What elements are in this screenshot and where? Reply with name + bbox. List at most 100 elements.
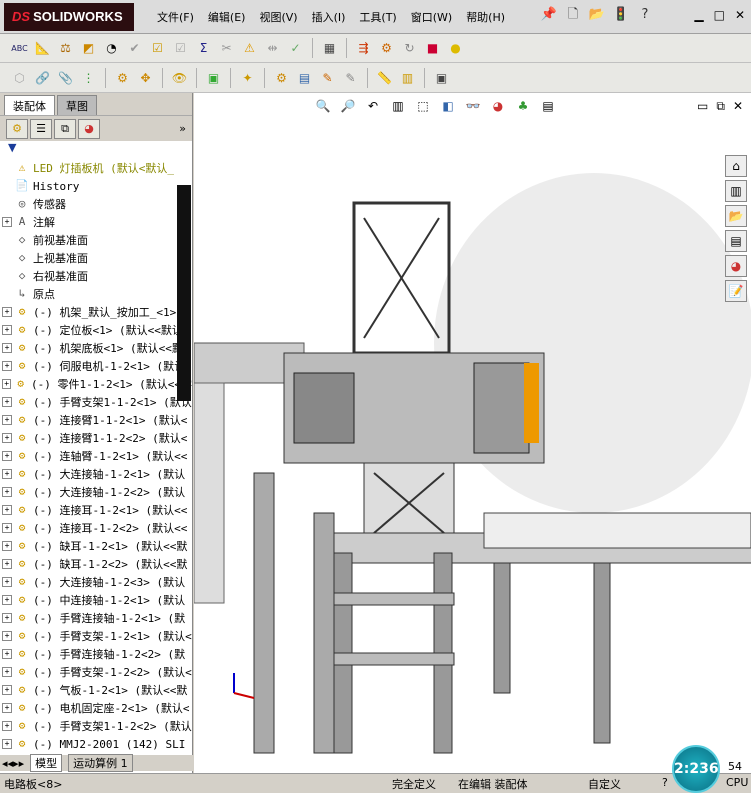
open-icon[interactable]: 📂: [588, 6, 606, 24]
expand-icon[interactable]: +: [2, 541, 12, 551]
interference-detect-icon[interactable]: ✎: [341, 68, 360, 87]
tree-item[interactable]: + ⚙ (-) 大连接轴-1-2<3> (默认: [2, 573, 192, 591]
expand-icon[interactable]: +: [2, 685, 12, 695]
linear-pattern-icon[interactable]: ⋮: [79, 68, 98, 87]
instant3d-icon[interactable]: ▣: [432, 68, 451, 87]
tree-item[interactable]: + ⚙ (-) 手臂连接轴-1-2<1> (默: [2, 609, 192, 627]
tree-item[interactable]: + ⚙ (-) 手臂支架1-1-2<1> (默认: [2, 393, 192, 411]
reference-geometry-icon[interactable]: ✦: [238, 68, 257, 87]
tree-item[interactable]: + ⚙ (-) 定位板<1> (默认<<默认: [2, 321, 192, 339]
expand-icon[interactable]: +: [2, 325, 12, 335]
tab-model[interactable]: 模型: [30, 754, 63, 772]
previous-view-icon[interactable]: ↶: [364, 97, 382, 115]
expand-icon[interactable]: +: [2, 433, 12, 443]
check-icon[interactable]: ✔: [125, 39, 144, 58]
tree-item[interactable]: + ⚙ (-) 连接耳-1-2<2> (默认<<: [2, 519, 192, 537]
ruler-icon[interactable]: 📏: [375, 68, 394, 87]
smart-fastener-icon[interactable]: ⚙: [113, 68, 132, 87]
hide-show-icon[interactable]: 👁: [170, 68, 189, 87]
hole-check-icon[interactable]: ✓: [286, 39, 305, 58]
tab-sketch[interactable]: 草图: [57, 95, 97, 115]
spelling-icon[interactable]: ABC: [10, 39, 29, 58]
expand-icon[interactable]: +: [2, 739, 12, 749]
expand-icon[interactable]: +: [2, 217, 12, 227]
minimize-icon[interactable]: ▁: [694, 8, 703, 22]
tree-item[interactable]: + ⚙ (-) 零件1-1-2<1> (默认<<零: [2, 375, 192, 393]
view-palette-icon[interactable]: ▤: [725, 230, 747, 252]
expand-icon[interactable]: +: [2, 343, 12, 353]
tree-item[interactable]: + ⚙ (-) 连轴臂-1-2<1> (默认<<: [2, 447, 192, 465]
tree-item[interactable]: + ⚙ (-) 电机固定座-2<1> (默认<: [2, 699, 192, 717]
expand-icon[interactable]: +: [2, 631, 12, 641]
explode-line-icon[interactable]: ✎: [318, 68, 337, 87]
tree-item[interactable]: + ⚙ (-) 缺耳-1-2<2> (默认<<默: [2, 555, 192, 573]
menu-item[interactable]: 帮助(H): [459, 9, 512, 27]
tree-item[interactable]: + ⚙ (-) 手臂支架-1-2<1> (默认<: [2, 627, 192, 645]
expand-icon[interactable]: +: [2, 667, 12, 677]
scroll-left-icon[interactable]: ◂◂▸▸: [2, 757, 24, 770]
table-icon[interactable]: ▦: [320, 39, 339, 58]
paperclip-icon[interactable]: 📎: [56, 68, 75, 87]
edit-appearance-icon[interactable]: ◕: [489, 97, 507, 115]
design-library-icon[interactable]: ▥: [725, 180, 747, 202]
display-icon[interactable]: ◕: [78, 118, 100, 139]
tree-item[interactable]: + ⚙ (-) 手臂支架1-1-2<2> (默认: [2, 717, 192, 735]
statistics-icon[interactable]: ◔: [102, 39, 121, 58]
tree-item[interactable]: + ⚙ (-) 机架底板<1> (默认<<默: [2, 339, 192, 357]
tree-item[interactable]: ◇ 右视基准面: [2, 267, 192, 285]
menu-item[interactable]: 视图(V): [252, 9, 304, 27]
close-icon[interactable]: ✕: [735, 8, 745, 22]
appearance-icon[interactable]: ●: [446, 39, 465, 58]
expand-icon[interactable]: +: [2, 451, 12, 461]
snapshot-icon[interactable]: ▥: [398, 68, 417, 87]
expand-icon[interactable]: +: [2, 379, 12, 389]
scene-icon[interactable]: ♣: [514, 97, 532, 115]
tree-item[interactable]: ◇ 上视基准面: [2, 249, 192, 267]
pin-icon[interactable]: 📌: [540, 6, 558, 24]
expand-icon[interactable]: +: [2, 613, 12, 623]
menu-item[interactable]: 编辑(E): [201, 9, 253, 27]
tree-item[interactable]: ◇ 前视基准面: [2, 231, 192, 249]
expand-icon[interactable]: +: [2, 397, 12, 407]
expand-icon[interactable]: +: [2, 577, 12, 587]
expand-icon[interactable]: +: [2, 721, 12, 731]
menu-item[interactable]: 工具(T): [352, 9, 403, 27]
new-icon[interactable]: 🗋: [564, 6, 582, 24]
expand-icon[interactable]: +: [2, 703, 12, 713]
expand-icon[interactable]: +: [2, 415, 12, 425]
clearance-icon[interactable]: ⇹: [263, 39, 282, 58]
feature-tree-icon[interactable]: ⚙: [6, 118, 28, 139]
tree-item[interactable]: + ⚙ (-) 手臂连接轴-1-2<2> (默: [2, 645, 192, 663]
expand-icon[interactable]: +: [2, 469, 12, 479]
expand-icon[interactable]: +: [2, 595, 12, 605]
zoom-area-icon[interactable]: 🔎: [339, 97, 357, 115]
gear-icon[interactable]: ⚙: [377, 39, 396, 58]
tree-item[interactable]: + ⚙ (-) 连接耳-1-2<1> (默认<<: [2, 501, 192, 519]
bill-of-materials-icon[interactable]: ⚙: [272, 68, 291, 87]
restore-icon[interactable]: ⧉: [716, 99, 725, 114]
tree-item[interactable]: + ⚙ (-) 中连接轴-1-2<1> (默认: [2, 591, 192, 609]
expand-icon[interactable]: +: [2, 487, 12, 497]
graphics-area[interactable]: 🔍 🔎 ↶ ▥ ⬚ ◧ 👓 ◕ ♣ ▤ ▭ ⧉ ✕ ⌂ ▥ 📂 ▤ ◕ 📝: [194, 93, 751, 773]
section-icon[interactable]: ◩: [79, 39, 98, 58]
tab-motion-study[interactable]: 运动算例 1: [68, 754, 133, 772]
warning-icon[interactable]: ⚠: [240, 39, 259, 58]
zoom-to-fit-icon[interactable]: 🔍: [314, 97, 332, 115]
tab-assembly[interactable]: 装配体: [4, 95, 55, 115]
tree-item[interactable]: + ⚙ (-) MMJ2-2001 (142) SLI: [2, 735, 192, 753]
expand-icon[interactable]: +: [2, 559, 12, 569]
tree-item[interactable]: + ⚙ (-) 手臂支架-1-2<2> (默认<: [2, 663, 192, 681]
sum-icon[interactable]: Σ: [194, 39, 213, 58]
exploded-view-icon[interactable]: ▤: [295, 68, 314, 87]
maximize-icon[interactable]: □: [714, 8, 725, 22]
config-icon[interactable]: ⧉: [54, 118, 76, 139]
tree-item[interactable]: 📄 History: [2, 177, 192, 195]
interference-icon[interactable]: ✂: [217, 39, 236, 58]
tree-item[interactable]: + ⚙ (-) 机架_默认_按加工_<1>: [2, 303, 192, 321]
menu-item[interactable]: 插入(I): [305, 9, 353, 27]
checkbox-icon[interactable]: ☑: [148, 39, 167, 58]
menu-item[interactable]: 窗口(W): [404, 9, 459, 27]
tree-item[interactable]: ◎ 传感器: [2, 195, 192, 213]
color-icon[interactable]: ■: [423, 39, 442, 58]
filter-icon[interactable]: ▼: [0, 141, 192, 159]
